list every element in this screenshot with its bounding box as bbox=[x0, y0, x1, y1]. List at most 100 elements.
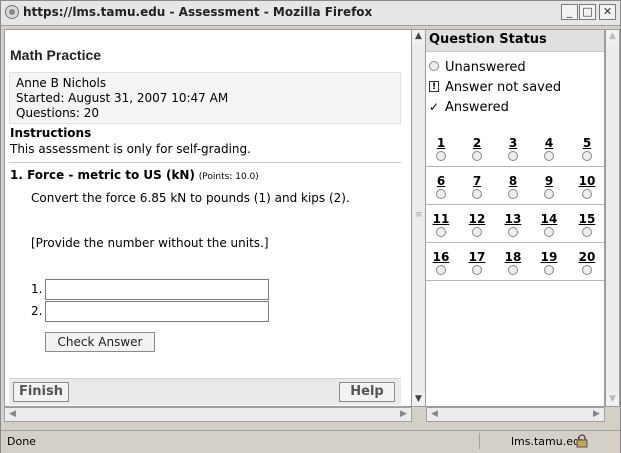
unanswered-icon bbox=[436, 265, 446, 275]
question-number[interactable]: 16 bbox=[426, 250, 456, 264]
question-number[interactable]: 2 bbox=[462, 136, 492, 150]
question-grid-row: 16 17 18 19 20 bbox=[426, 244, 604, 281]
question-number[interactable]: 17 bbox=[462, 250, 492, 264]
question-link-19[interactable]: 19 bbox=[534, 244, 564, 275]
question-number[interactable]: 4 bbox=[534, 136, 564, 150]
legend-answered-label: Answered bbox=[445, 100, 509, 115]
legend-unanswered-label: Unanswered bbox=[445, 60, 526, 75]
assessment-info: Anne B Nichols Started: August 31, 2007 … bbox=[9, 72, 401, 124]
answer-label-2: 2. bbox=[31, 304, 43, 318]
question-number[interactable]: 9 bbox=[534, 174, 564, 188]
question-number[interactable]: 10 bbox=[572, 174, 602, 188]
scroll-right-icon[interactable]: ▶ bbox=[397, 408, 410, 421]
question-link-12[interactable]: 12 bbox=[462, 206, 492, 237]
question-link-3[interactable]: 3 bbox=[498, 130, 528, 161]
question-number[interactable]: 15 bbox=[572, 212, 602, 226]
question-grid-row: 6 7 8 9 10 bbox=[426, 168, 604, 205]
question-link-7[interactable]: 7 bbox=[462, 168, 492, 199]
question-link-5[interactable]: 5 bbox=[572, 130, 602, 161]
lock-icon[interactable] bbox=[575, 434, 589, 448]
finish-button[interactable]: Finish bbox=[13, 382, 69, 402]
instructions-heading: Instructions bbox=[10, 126, 92, 140]
minimize-button[interactable]: _ bbox=[561, 4, 578, 20]
firefox-icon bbox=[5, 5, 19, 19]
question-note: [Provide the number without the units.] bbox=[31, 236, 269, 250]
unanswered-icon bbox=[544, 189, 554, 199]
unanswered-icon bbox=[544, 227, 554, 237]
question-number[interactable]: 20 bbox=[572, 250, 602, 264]
question-link-11[interactable]: 11 bbox=[426, 206, 456, 237]
question-number[interactable]: 19 bbox=[534, 250, 564, 264]
answer-input-2[interactable] bbox=[45, 301, 269, 322]
question-link-13[interactable]: 13 bbox=[498, 206, 528, 237]
question-number[interactable]: 6 bbox=[426, 174, 456, 188]
unanswered-icon bbox=[429, 61, 439, 71]
unanswered-icon bbox=[508, 227, 518, 237]
question-number[interactable]: 12 bbox=[462, 212, 492, 226]
unanswered-icon bbox=[544, 151, 554, 161]
question-link-10[interactable]: 10 bbox=[572, 168, 602, 199]
question-link-4[interactable]: 4 bbox=[534, 130, 564, 161]
student-name: Anne B Nichols bbox=[16, 76, 107, 90]
question-number[interactable]: 3 bbox=[498, 136, 528, 150]
unanswered-icon bbox=[472, 227, 482, 237]
question-link-17[interactable]: 17 bbox=[462, 244, 492, 275]
answer-label-1: 1. bbox=[31, 282, 43, 296]
question-link-16[interactable]: 16 bbox=[426, 244, 456, 275]
question-number[interactable]: 18 bbox=[498, 250, 528, 264]
assessment-pane: Math Practice Anne B Nichols Started: Au… bbox=[4, 29, 412, 407]
status-text: Done bbox=[7, 435, 36, 448]
question-link-14[interactable]: 14 bbox=[534, 206, 564, 237]
splitter-grip-icon: ≡ bbox=[415, 210, 423, 220]
answer-input-1[interactable] bbox=[45, 279, 269, 300]
question-number[interactable]: 11 bbox=[426, 212, 456, 226]
question-link-1[interactable]: 1 bbox=[426, 130, 456, 161]
left-horizontal-scrollbar[interactable]: ◀ ▶ bbox=[4, 407, 412, 422]
unanswered-icon bbox=[544, 265, 554, 275]
unanswered-icon bbox=[436, 227, 446, 237]
right-vertical-scrollbar[interactable]: ▲ ▼ bbox=[605, 29, 620, 407]
scroll-down-icon[interactable]: ▼ bbox=[606, 393, 619, 406]
question-number[interactable]: 14 bbox=[534, 212, 564, 226]
unanswered-icon bbox=[472, 265, 482, 275]
unanswered-icon bbox=[472, 151, 482, 161]
question-link-2[interactable]: 2 bbox=[462, 130, 492, 161]
help-button[interactable]: Help bbox=[339, 382, 395, 402]
question-number[interactable]: 8 bbox=[498, 174, 528, 188]
question-link-9[interactable]: 9 bbox=[534, 168, 564, 199]
question-number[interactable]: 5 bbox=[572, 136, 602, 150]
question-link-8[interactable]: 8 bbox=[498, 168, 528, 199]
question-grid-row: 11 12 13 14 15 bbox=[426, 206, 604, 243]
unanswered-icon bbox=[582, 189, 592, 199]
scroll-left-icon[interactable]: ◀ bbox=[428, 408, 441, 421]
question-number[interactable]: 13 bbox=[498, 212, 528, 226]
divider bbox=[9, 162, 401, 163]
scroll-right-icon[interactable]: ▶ bbox=[590, 408, 603, 421]
unanswered-icon bbox=[582, 265, 592, 275]
status-bar: Done lms.tamu.edu bbox=[1, 430, 620, 453]
unanswered-icon bbox=[582, 151, 592, 161]
unanswered-icon bbox=[508, 189, 518, 199]
question-status-heading: Question Status bbox=[426, 30, 604, 52]
check-answer-button[interactable]: Check Answer bbox=[45, 332, 155, 352]
scroll-left-icon[interactable]: ◀ bbox=[6, 408, 19, 421]
title-bar: https://lms.tamu.edu - Assessment - Mozi… bbox=[1, 1, 620, 26]
unanswered-icon bbox=[508, 151, 518, 161]
browser-window: https://lms.tamu.edu - Assessment - Mozi… bbox=[0, 0, 621, 453]
scroll-up-icon[interactable]: ▲ bbox=[606, 30, 619, 43]
close-button[interactable]: ✕ bbox=[599, 4, 616, 20]
question-link-20[interactable]: 20 bbox=[572, 244, 602, 275]
question-number[interactable]: 7 bbox=[462, 174, 492, 188]
scroll-down-icon[interactable]: ▼ bbox=[412, 393, 425, 406]
question-header: 1. Force - metric to US (kN) (Points: 10… bbox=[10, 168, 259, 182]
scroll-up-icon[interactable]: ▲ bbox=[412, 30, 425, 43]
question-link-6[interactable]: 6 bbox=[426, 168, 456, 199]
unanswered-icon bbox=[472, 189, 482, 199]
question-link-18[interactable]: 18 bbox=[498, 244, 528, 275]
question-number[interactable]: 1 bbox=[426, 136, 456, 150]
right-horizontal-scrollbar[interactable]: ◀ ▶ bbox=[426, 407, 605, 422]
question-link-15[interactable]: 15 bbox=[572, 206, 602, 237]
left-vertical-scrollbar[interactable]: ▲ ≡ ▼ bbox=[411, 29, 426, 407]
maximize-button[interactable]: □ bbox=[579, 4, 596, 20]
question-status-pane: Question Status Unanswered ! Answer not … bbox=[426, 29, 605, 407]
